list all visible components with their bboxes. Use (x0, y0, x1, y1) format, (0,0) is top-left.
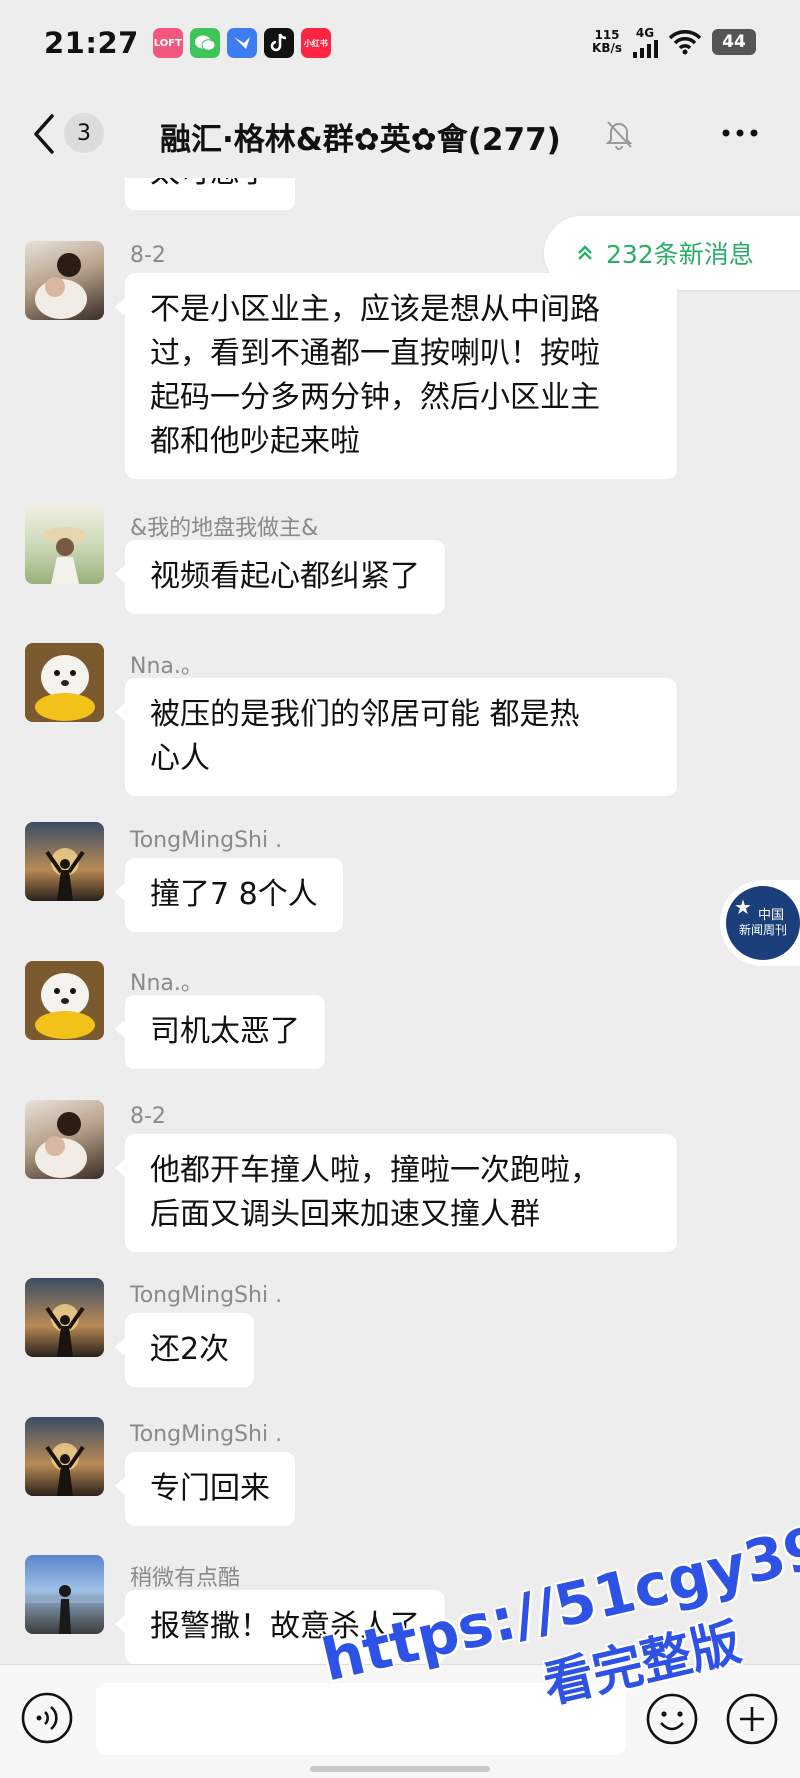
mute-bell-icon (605, 121, 633, 150)
home-indicator[interactable] (310, 1766, 490, 1772)
message-bubble[interactable]: 还2次 (114, 1313, 255, 1387)
avatar[interactable] (25, 822, 104, 901)
wechat-icon (189, 28, 220, 58)
status-time: 21:27 (44, 26, 139, 60)
tiktok-icon (263, 28, 294, 58)
network-type: 4G (635, 26, 655, 40)
sender-name: &我的地盘我做主& (130, 516, 319, 541)
news-outlet-logo[interactable]: ★ 中国 新闻周刊 (720, 880, 800, 966)
more-options-icon[interactable] (718, 118, 762, 148)
message-bubble[interactable]: 撞了7 8个人 (115, 858, 343, 932)
sender-name: 8-2 (130, 1104, 166, 1129)
message-bubble[interactable]: 视频看起心都纠紧了 (115, 540, 445, 614)
sender-name: 8-2 (130, 243, 166, 268)
logo-line1: 中国 (757, 908, 784, 923)
sender-name: 稍微有点酷 (130, 1566, 241, 1591)
input-bar (0, 1664, 800, 1778)
logo-line2: 新闻周刊 (738, 923, 787, 937)
lofter-icon: LOFT (152, 28, 183, 58)
group-title: 融汇·格林&群✿英✿會(277) (160, 122, 561, 158)
message-bubble[interactable]: 司机太恶了 (115, 995, 325, 1069)
message-bubble[interactable]: 报警撒！故意杀人了 (115, 1590, 445, 1664)
sender-name: Nna.。 (130, 654, 203, 679)
avatar[interactable] (25, 241, 104, 320)
status-bar: 21:27 LOFT 小红书 115 KB/s 4G 44 (0, 0, 800, 86)
unread-count-badge[interactable]: 3 (64, 113, 104, 153)
message-bubble[interactable]: 被压的是我们的邻居可能 都是热 心人 (115, 678, 677, 796)
avatar[interactable] (25, 1278, 104, 1357)
star-icon: ★ (734, 895, 752, 919)
feishu-icon (226, 28, 257, 58)
network-speed-unit: KB/s (592, 41, 622, 55)
back-arrow-icon[interactable] (26, 110, 66, 158)
message-bubble[interactable]: 他都开车撞人啦，撞啦一次跑啦， 后面又调头回来加速又撞人群 (115, 1134, 677, 1252)
news-outlet-badge: ★ 中国 新闻周刊 (726, 886, 800, 960)
avatar[interactable] (25, 1100, 104, 1179)
message-input[interactable] (96, 1683, 626, 1755)
header-divider (0, 172, 800, 178)
plus-icon[interactable] (724, 1691, 780, 1747)
sender-name: Nna.。 (130, 971, 203, 996)
cellular-signal: 4G (632, 26, 658, 58)
sender-name: TongMingShi . (130, 1422, 283, 1447)
sender-name: TongMingShi . (130, 828, 283, 853)
avatar[interactable] (25, 1417, 104, 1496)
avatar[interactable] (25, 505, 104, 584)
avatar[interactable] (25, 643, 104, 722)
status-indicators: 115 KB/s 4G 44 (592, 26, 756, 58)
message-bubble[interactable]: 不是小区业主，应该是想从中间路 过，看到不通都一直按喇叭！按啦 起码一分多两分钟… (115, 273, 677, 479)
voice-input-icon[interactable] (20, 1691, 74, 1745)
partial-message-clip: 太可恶了 (0, 172, 800, 212)
battery-indicator: 44 (712, 29, 756, 55)
avatar[interactable] (25, 1555, 104, 1634)
signal-bars-icon (633, 40, 658, 58)
chat-header: 3 融汇·格林&群✿英✿會(277) (0, 96, 800, 172)
wifi-icon (668, 30, 702, 55)
network-speed: 115 KB/s (592, 29, 622, 55)
xiaohongshu-icon: 小红书 (300, 28, 331, 58)
avatar[interactable] (25, 961, 104, 1040)
notification-app-icons: LOFT 小红书 (152, 28, 331, 58)
message-bubble[interactable]: 专门回来 (115, 1452, 295, 1526)
emoji-icon[interactable] (644, 1691, 700, 1747)
double-chevron-up-icon (578, 245, 592, 260)
new-messages-label: 232条新消息 (606, 240, 754, 269)
sender-name: TongMingShi . (130, 1283, 283, 1308)
